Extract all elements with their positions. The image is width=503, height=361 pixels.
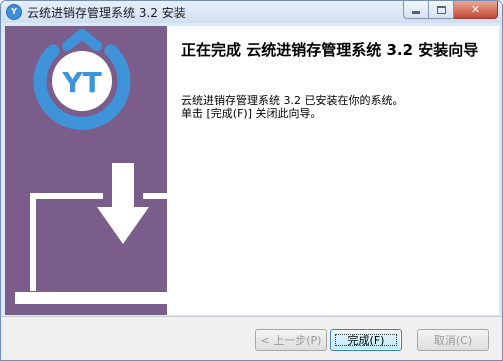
close-button[interactable]: ✕ — [454, 1, 498, 19]
minimize-button[interactable] — [403, 1, 429, 19]
page-title: 正在完成 云统进销存管理系统 3.2 安装向导 — [181, 41, 479, 59]
window-title: 云统进销存管理系统 3.2 安装 — [27, 6, 186, 20]
maximize-button[interactable] — [429, 1, 454, 19]
minimize-icon — [412, 11, 420, 14]
wizard-content: YT 正在完成 云统进销存管理系统 3.2 安装向导 云统进销存管理系统 3.2… — [5, 26, 499, 315]
download-arrow-icon — [97, 163, 149, 244]
back-button[interactable]: < 上一步(P) — [255, 329, 327, 351]
app-icon: Y — [6, 4, 22, 20]
window-controls: ✕ — [403, 1, 498, 19]
sidebar-illustration: YT — [15, 29, 167, 304]
installer-window: Y 云统进销存管理系统 3.2 安装 ✕ YT 正在完成 云统进销存管理系统 3… — [0, 0, 503, 361]
yt-logo: YT — [33, 29, 131, 130]
wizard-sidebar: YT — [5, 26, 167, 315]
title-bar[interactable]: Y 云统进销存管理系统 3.2 安装 ✕ — [1, 1, 502, 23]
focus-rect — [335, 334, 397, 346]
cancel-button[interactable]: 取消(C) — [417, 329, 489, 351]
logo-text: YT — [61, 66, 101, 99]
description: 云统进销存管理系统 3.2 已安装在你的系统。 单击 [完成(F)] 关闭此向导… — [181, 94, 486, 120]
maximize-icon — [436, 5, 446, 14]
button-bar: < 上一步(P) 完成(F) 取消(C) — [1, 316, 502, 360]
install-status-text: 云统进销存管理系统 3.2 已安装在你的系统。 — [181, 94, 404, 107]
finish-button[interactable]: 完成(F) — [330, 329, 402, 351]
close-icon: ✕ — [470, 3, 481, 16]
finish-instruction-text: 单击 [完成(F)] 关闭此向导。 — [181, 107, 322, 120]
